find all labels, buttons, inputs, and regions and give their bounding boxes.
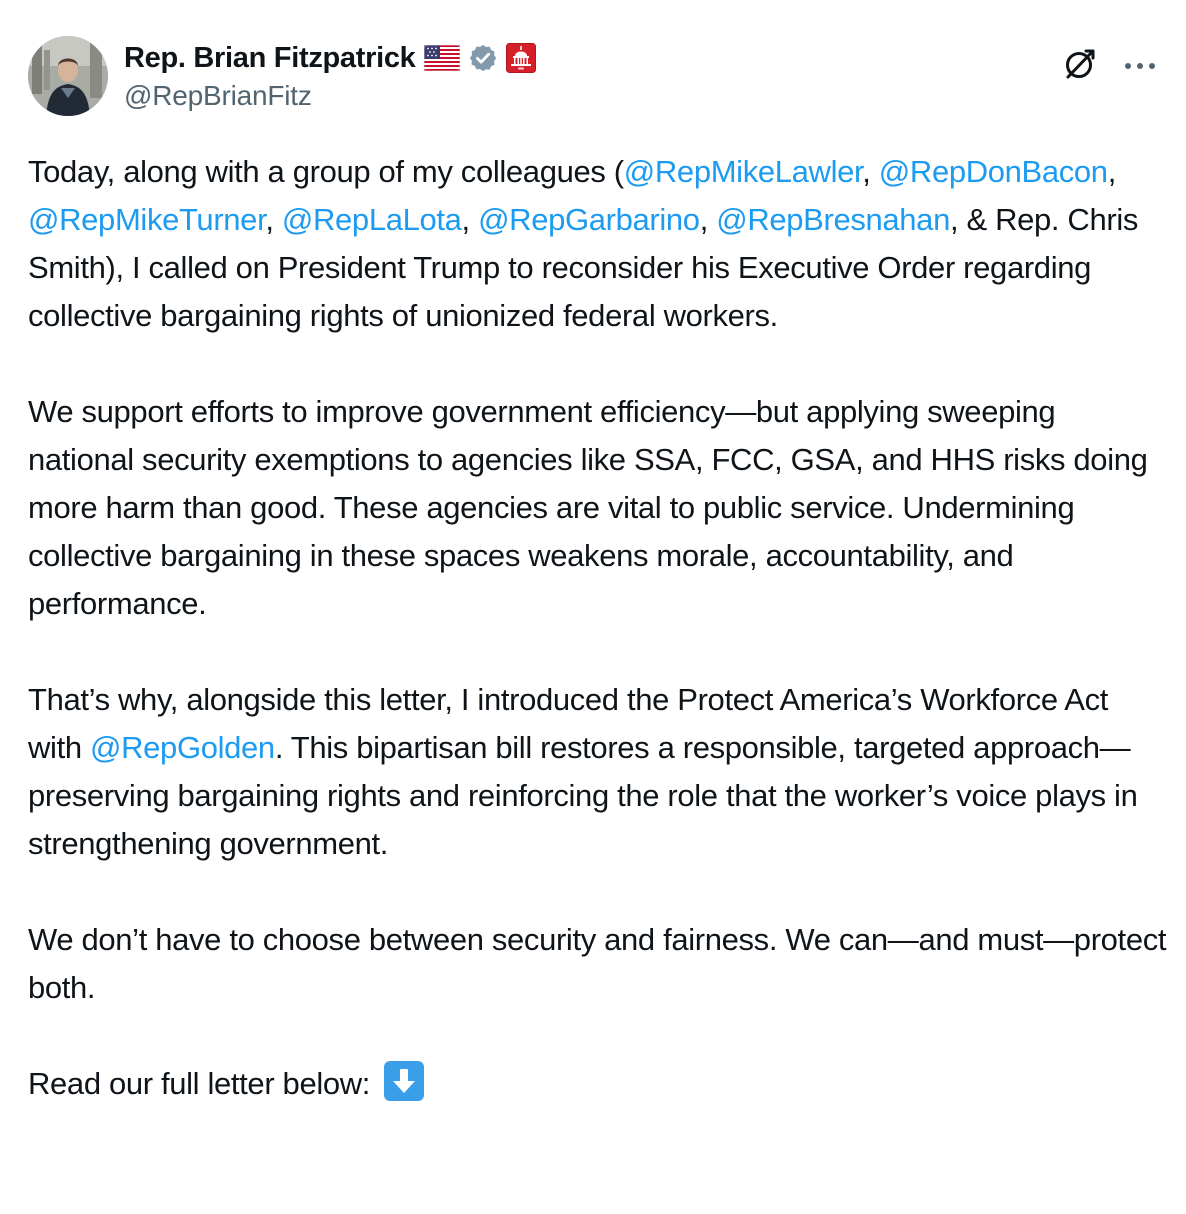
text-segment: Read our full letter below:: [28, 1066, 379, 1101]
user-handle[interactable]: @RepBrianFitz: [124, 80, 536, 112]
avatar-photo: [28, 36, 108, 116]
author-info: Rep. Brian Fitzpatrick @RepBrianFitz: [124, 40, 536, 112]
grok-icon[interactable]: [1060, 44, 1100, 89]
avatar[interactable]: [28, 36, 108, 116]
mention-link[interactable]: @RepMikeTurner: [28, 202, 266, 237]
tweet-paragraph-1: Today, along with a group of my colleagu…: [28, 148, 1168, 340]
display-name[interactable]: Rep. Brian Fitzpatrick: [124, 42, 416, 75]
mention-link[interactable]: @RepBresnahan: [716, 202, 950, 237]
text-segment: ,: [265, 202, 282, 237]
down-arrow-emoji-icon: [384, 1061, 425, 1101]
mention-link[interactable]: @RepLaLota: [282, 202, 462, 237]
name-row: Rep. Brian Fitzpatrick: [124, 40, 536, 76]
tweet-paragraph-5: Read our full letter below:: [28, 1060, 1168, 1108]
tweet-paragraph-3: That’s why, alongside this letter, I int…: [28, 676, 1168, 868]
text-segment: Today, along with a group of my colleagu…: [28, 154, 624, 189]
mention-link[interactable]: @RepGarbarino: [478, 202, 700, 237]
verified-gov-badge-icon[interactable]: [468, 43, 498, 73]
mention-link[interactable]: @RepGolden: [90, 730, 275, 765]
tweet-paragraph-4: We don’t have to choose between security…: [28, 922, 1167, 1005]
text-segment: ,: [862, 154, 879, 189]
text-segment: ,: [699, 202, 717, 237]
text-segment: ,: [1107, 154, 1117, 189]
us-flag-icon: [423, 45, 460, 71]
mention-link[interactable]: @RepMikeLawler: [624, 154, 863, 189]
tweet-paragraph-2: We support efforts to improve government…: [28, 394, 1148, 621]
tweet-text: Today, along with a group of my colleagu…: [28, 148, 1168, 1108]
tweet-header: Rep. Brian Fitzpatrick @RepBrianFitz: [28, 36, 1158, 118]
capitol-building-icon[interactable]: [505, 43, 536, 73]
text-segment: ,: [461, 202, 479, 237]
more-icon[interactable]: [1122, 44, 1158, 89]
mention-link[interactable]: @RepDonBacon: [879, 154, 1108, 189]
